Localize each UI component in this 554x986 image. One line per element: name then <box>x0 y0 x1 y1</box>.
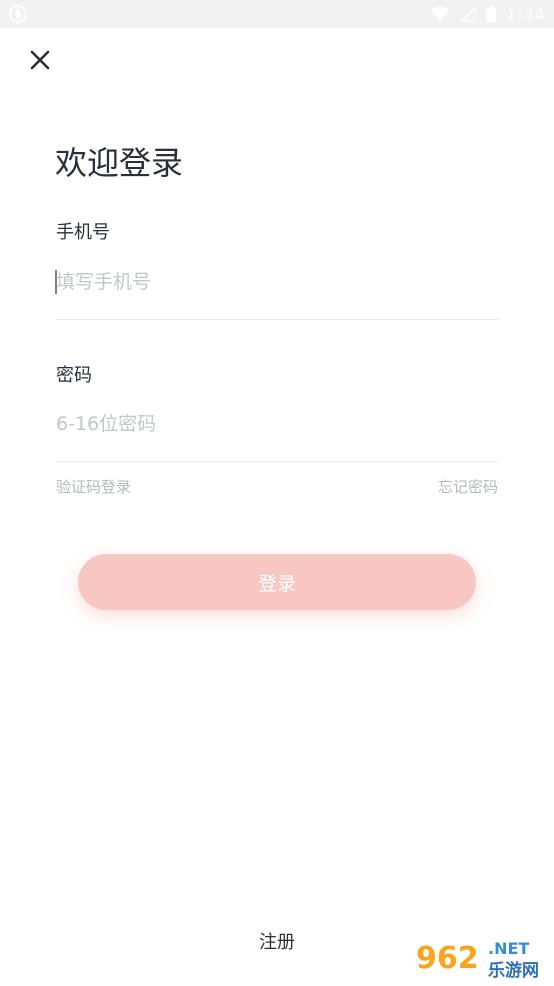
sms-login-link[interactable]: 验证码登录 <box>56 476 131 497</box>
signal-icon <box>460 6 477 22</box>
watermark-net: .NET <box>488 939 529 958</box>
battery-icon <box>486 6 497 22</box>
watermark-logo: 962 .NET 乐游网 <box>410 932 550 982</box>
phone-input[interactable] <box>56 258 498 306</box>
password-input[interactable] <box>56 400 498 448</box>
phone-divider <box>56 319 498 320</box>
status-time: 1:34 <box>506 4 546 24</box>
close-button[interactable] <box>28 48 52 72</box>
password-label: 密码 <box>56 365 92 386</box>
login-button[interactable]: 登录 <box>78 554 476 610</box>
page-title: 欢迎登录 <box>55 144 184 182</box>
close-icon <box>30 50 50 70</box>
status-bar: 1:34 <box>0 0 554 28</box>
wifi-icon <box>430 6 451 22</box>
password-divider <box>56 461 498 462</box>
watermark-site: 乐游网 <box>488 960 539 981</box>
watermark-962: 962 <box>416 941 479 976</box>
forgot-password-link[interactable]: 忘记密码 <box>438 476 498 497</box>
status-right: 1:34 <box>430 0 546 28</box>
phone-label: 手机号 <box>56 222 110 243</box>
login-screen: 1:34 欢迎登录 手机号 密码 验证码登录 忘记密码 登录 注册 962 .N… <box>0 0 554 986</box>
app-icon <box>8 4 28 24</box>
